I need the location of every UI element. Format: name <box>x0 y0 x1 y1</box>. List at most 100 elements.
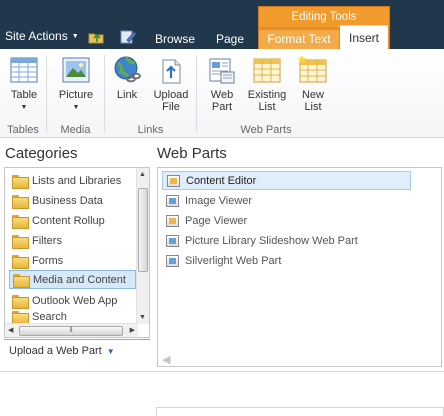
existing-list-label-line2: List <box>258 101 276 113</box>
back-arrow-icon[interactable]: ◀ <box>162 353 170 366</box>
existing-list-icon <box>253 58 281 83</box>
picture-label: Picture <box>58 89 94 101</box>
page-viewer-icon <box>166 214 179 227</box>
web-part-item-selected[interactable]: Content Editor <box>162 171 411 190</box>
new-list-button[interactable]: New List <box>296 54 330 113</box>
tab-browse[interactable]: Browse <box>150 30 200 49</box>
link-button[interactable]: Link <box>110 54 144 101</box>
web-parts-title: Web Parts <box>157 145 227 162</box>
web-part-item[interactable]: Image Viewer <box>162 191 411 210</box>
web-part-item[interactable]: Page Viewer <box>162 211 411 230</box>
existing-list-button[interactable]: Existing List <box>245 54 289 113</box>
picture-button[interactable]: Picture ▼ <box>56 54 96 114</box>
divider <box>4 339 150 340</box>
upload-web-part-label: Upload a Web Part <box>9 345 102 357</box>
site-actions-menu[interactable]: Site Actions ▼ <box>5 29 79 43</box>
upload-file-icon <box>162 59 181 84</box>
navigate-up-icon[interactable] <box>88 29 104 44</box>
folder-icon <box>12 234 29 249</box>
folder-icon <box>12 311 29 325</box>
web-part-label: Silverlight Web Part <box>185 254 282 267</box>
group-divider <box>196 55 197 133</box>
web-part-item[interactable]: Picture Library Slideshow Web Part <box>162 231 432 250</box>
link-label: Link <box>116 89 138 101</box>
folder-icon <box>12 174 29 189</box>
scroll-up-icon[interactable]: ▲ <box>139 171 146 178</box>
picture-icon <box>62 57 90 83</box>
categories-title: Categories <box>5 145 78 162</box>
category-item[interactable]: Content Rollup <box>9 211 136 230</box>
table-button[interactable]: Table ▼ <box>6 54 42 114</box>
category-item[interactable]: Filters <box>9 231 136 250</box>
category-label: Business Data <box>32 194 103 207</box>
site-actions-label: Site Actions <box>5 29 68 43</box>
ribbon-tab-bar: Editing Tools Site Actions ▼ Browse Page… <box>0 0 444 50</box>
existing-list-label-line1: Existing <box>247 89 287 101</box>
scroll-left-icon[interactable]: ◀ <box>8 326 13 334</box>
group-label-tables: Tables <box>7 124 39 136</box>
web-part-label: Page Viewer <box>185 214 248 227</box>
group-label-links: Links <box>137 124 164 136</box>
edit-page-icon[interactable] <box>120 29 136 44</box>
category-item[interactable]: Forms <box>9 251 136 270</box>
folder-icon <box>12 254 29 269</box>
chevron-down-icon: ▼ <box>20 104 28 111</box>
slideshow-icon <box>166 234 179 247</box>
category-label: Forms <box>32 254 64 267</box>
silverlight-icon <box>166 254 179 267</box>
web-parts-list: Content Editor Image Viewer Page Viewer … <box>157 167 442 367</box>
category-item[interactable]: Outlook Web App <box>9 291 136 310</box>
scroll-down-icon[interactable]: ▼ <box>139 314 146 321</box>
web-part-label: Image Viewer <box>185 194 253 207</box>
web-part-item[interactable]: Silverlight Web Part <box>162 251 411 270</box>
categories-horizontal-scrollbar[interactable]: ◀ ⦀ ▶ <box>5 323 138 337</box>
group-divider <box>104 55 105 133</box>
folder-icon <box>12 194 29 209</box>
folder-icon <box>13 273 30 288</box>
category-label: Outlook Web App <box>32 294 118 307</box>
tab-insert[interactable]: Insert <box>340 25 388 50</box>
ribbon-insert: Table ▼ Picture ▼ Link Upload File Web P… <box>0 49 444 138</box>
scroll-thumb[interactable] <box>138 188 148 272</box>
group-divider <box>46 55 47 133</box>
group-label-media: Media <box>60 124 91 136</box>
link-icon <box>114 56 141 83</box>
web-part-label-line1: Web <box>210 89 234 101</box>
context-group-title: Editing Tools <box>259 7 389 27</box>
category-label: Filters <box>32 234 62 247</box>
table-label: Table <box>10 89 38 101</box>
category-label: Lists and Libraries <box>32 174 122 187</box>
content-editor-icon <box>167 174 180 187</box>
web-part-label: Picture Library Slideshow Web Part <box>185 234 358 247</box>
folder-icon <box>12 214 29 229</box>
web-part-button[interactable]: Web Part <box>204 54 240 113</box>
chevron-down-icon: ▼ <box>72 104 80 111</box>
upload-file-label-line2: File <box>162 101 180 113</box>
categories-vertical-scrollbar[interactable]: ▲ ▼ <box>136 168 149 324</box>
upload-file-button[interactable]: Upload File <box>151 54 191 113</box>
category-label: Media and Content <box>33 273 126 286</box>
table-icon <box>10 57 38 83</box>
chevron-down-icon: ▼ <box>106 346 115 356</box>
category-item-selected[interactable]: Media and Content <box>9 270 136 289</box>
new-list-icon <box>297 55 327 83</box>
new-list-label-line1: New <box>301 89 324 101</box>
upload-web-part-menu[interactable]: Upload a Web Part ▼ <box>9 345 115 357</box>
divider <box>0 371 444 372</box>
web-part-adder: Categories Web Parts Lists and Libraries… <box>0 139 444 416</box>
tab-format-text[interactable]: Format Text <box>259 30 339 49</box>
tab-page[interactable]: Page <box>210 30 250 49</box>
scroll-thumb[interactable]: ⦀ <box>19 326 123 336</box>
group-label-web-parts: Web Parts <box>240 124 292 136</box>
scroll-right-icon[interactable]: ▶ <box>130 326 135 334</box>
chevron-down-icon: ▼ <box>71 32 79 40</box>
category-item[interactable]: Business Data <box>9 191 136 210</box>
web-part-label: Content Editor <box>186 174 257 187</box>
new-list-label-line2: List <box>304 101 322 113</box>
category-item[interactable]: Lists and Libraries <box>9 171 136 190</box>
folder-icon <box>12 294 29 309</box>
web-part-icon <box>209 58 235 84</box>
image-viewer-icon <box>166 194 179 207</box>
page-content-region <box>156 407 444 416</box>
web-part-label-line2: Part <box>211 101 233 113</box>
